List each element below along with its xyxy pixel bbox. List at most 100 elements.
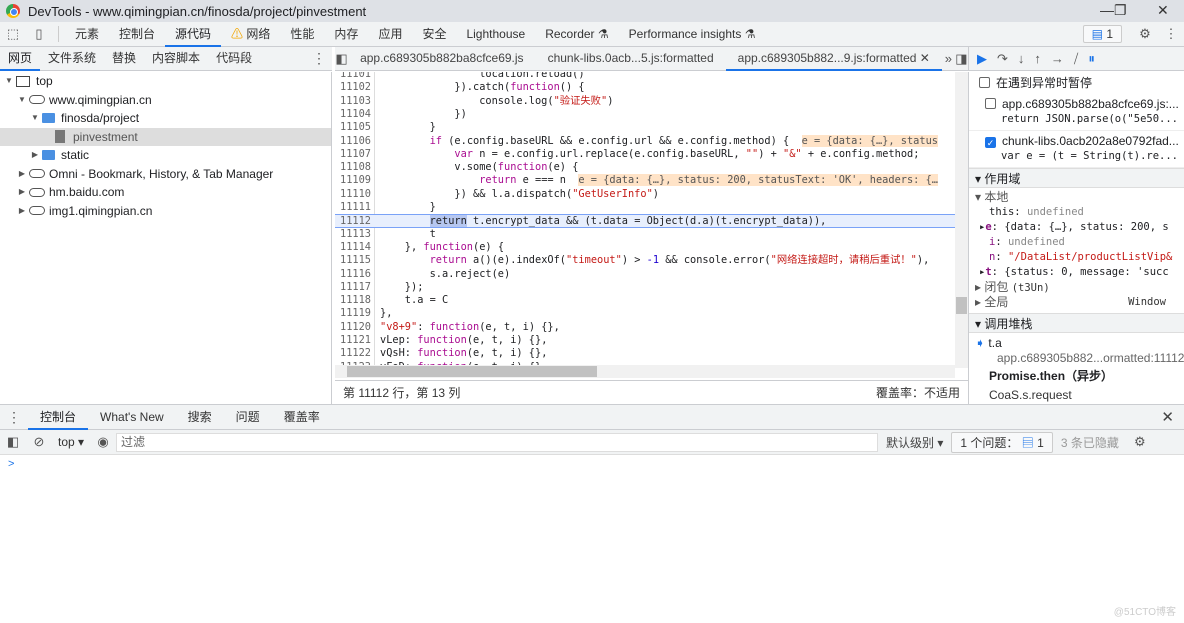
device-toolbar-icon[interactable]: ▯ <box>26 26 52 42</box>
editor-horizontal-scrollbar[interactable] <box>335 365 955 378</box>
callstack-section-header[interactable]: ▾ 调用堆栈 <box>969 313 1184 333</box>
navigator-tab-4[interactable]: 代码段 <box>208 47 260 71</box>
issues-button[interactable]: 1 个问题： ▤ 1 <box>951 431 1053 453</box>
maximize-button[interactable]: ❐ <box>1114 2 1127 19</box>
collapse-arrow-icon[interactable]: ▶ <box>17 202 27 221</box>
global-scope[interactable]: ▸ 全局 Window <box>975 295 1184 310</box>
tree-node[interactable]: ▼ finosda/project <box>0 109 331 128</box>
line-number[interactable]: 11112 <box>335 215 375 228</box>
line-number[interactable]: 11106 <box>335 135 375 148</box>
step-over-icon[interactable]: ↷ <box>997 51 1008 67</box>
tab-0[interactable]: 元素 <box>65 22 109 47</box>
navigator-more-icon[interactable]: ⋮ <box>312 50 326 67</box>
scope-section-header[interactable]: ▾ 作用域 <box>969 168 1184 188</box>
navigator-tab-0[interactable]: 网页 <box>0 47 41 71</box>
editor-tab[interactable]: app.c689305b882...9.js:formatted ✕ <box>725 47 942 71</box>
tree-node[interactable]: ▶ img1.qimingpian.cn <box>0 202 331 221</box>
tab-1[interactable]: 控制台 <box>109 22 165 47</box>
code-editor[interactable]: 11101 location.reload() 11102 }).catch(fu… <box>335 72 968 380</box>
drawer-menu-icon[interactable]: ⋮ <box>0 409 28 426</box>
clear-console-icon[interactable]: ⊘ <box>26 434 52 450</box>
breakpoint-item[interactable]: ✓ chunk-libs.0acb202a8e0792fad... var e = … <box>969 131 1184 168</box>
breakpoint-checkbox[interactable]: ✓ <box>985 137 996 148</box>
drawer-tab-2[interactable]: 搜索 <box>176 405 224 430</box>
minimize-button[interactable]: — <box>1100 2 1114 18</box>
line-number[interactable]: 11115 <box>335 254 375 267</box>
line-number[interactable]: 11120 <box>335 321 375 334</box>
collapse-arrow-icon[interactable]: ▶ <box>17 183 27 202</box>
local-scope[interactable]: ▾ 本地 <box>975 190 1184 205</box>
call-frame[interactable]: CoaS.s.request <box>969 388 1184 403</box>
tab-4[interactable]: 性能 <box>280 22 324 47</box>
pause-on-exceptions[interactable]: 在遇到异常时暂停 <box>969 72 1184 94</box>
collapse-arrow-icon[interactable]: ▶ <box>17 165 27 184</box>
drawer-tab-3[interactable]: 问题 <box>224 405 272 430</box>
line-number[interactable]: 11114 <box>335 241 375 254</box>
close-drawer-icon[interactable]: ✕ <box>1161 408 1174 426</box>
resume-icon[interactable]: ▶ <box>977 51 987 67</box>
tab-2[interactable]: 源代码 <box>165 22 222 47</box>
log-levels-dropdown[interactable]: 默认级别 ▾ <box>878 434 951 451</box>
editor-vertical-scrollbar[interactable] <box>955 72 968 368</box>
editor-tab[interactable]: chunk-libs.0acb...5.js:formatted <box>536 47 726 71</box>
console-prompt[interactable]: > <box>8 458 14 470</box>
tab-9[interactable]: Recorder ⚗ <box>535 22 618 47</box>
tab-3[interactable]: ⚠ 网络 <box>221 22 280 47</box>
step-icon[interactable]: → <box>1051 51 1064 66</box>
line-number[interactable]: 11105 <box>335 121 375 134</box>
inspect-element-icon[interactable]: ⬚ <box>0 26 26 42</box>
line-number[interactable]: 11119 <box>335 307 375 320</box>
toggle-navigator-icon[interactable]: ◧ <box>335 51 348 67</box>
tree-node[interactable]: ▶ hm.baidu.com <box>0 183 331 202</box>
scope-variable[interactable]: ▸t: {status: 0, message: 'succ <box>975 265 1184 280</box>
line-number[interactable]: 11107 <box>335 148 375 161</box>
scope-variable[interactable]: ▸e: {data: {…}, status: 200, s <box>975 220 1184 235</box>
line-number[interactable]: 11102 <box>335 81 375 94</box>
tab-10[interactable]: Performance insights ⚗ <box>619 22 766 47</box>
navigator-tab-1[interactable]: 文件系统 <box>40 47 104 71</box>
navigator-tab-2[interactable]: 替换 <box>104 47 144 71</box>
toggle-debugger-icon[interactable]: ◨ <box>955 51 968 67</box>
step-out-icon[interactable]: ↑ <box>1034 51 1041 66</box>
drawer-tab-4[interactable]: 覆盖率 <box>272 405 332 430</box>
deactivate-breakpoints-icon[interactable]: ⧸ <box>1074 51 1078 67</box>
line-number[interactable]: 11113 <box>335 228 375 241</box>
closure-scope[interactable]: ▸ 闭包 (t3Un) <box>975 280 1184 295</box>
line-number[interactable]: 11101 <box>335 72 375 81</box>
filter-input[interactable]: 过滤 <box>116 432 879 452</box>
tree-node[interactable]: ▼ www.qimingpian.cn <box>0 91 331 110</box>
expand-arrow-icon[interactable]: ▼ <box>4 72 14 91</box>
line-number[interactable]: 11108 <box>335 161 375 174</box>
collapse-arrow-icon[interactable]: ▶ <box>30 146 40 165</box>
issues-badge[interactable]: ▤ 1 <box>1082 25 1122 43</box>
expand-arrow-icon[interactable]: ▼ <box>17 91 27 110</box>
close-window-button[interactable]: ✕ <box>1157 2 1169 19</box>
line-number[interactable]: 11103 <box>335 95 375 108</box>
editor-tab[interactable]: app.c689305b882ba8cfce69.js <box>348 47 535 71</box>
live-expression-eye-icon[interactable]: ◉ <box>90 434 116 450</box>
pause-on-exceptions-icon[interactable]: ⏸ <box>1088 51 1095 67</box>
line-number[interactable]: 11111 <box>335 201 375 214</box>
tab-5[interactable]: 内存 <box>324 22 368 47</box>
line-number[interactable]: 11122 <box>335 347 375 360</box>
line-number[interactable]: 11117 <box>335 281 375 294</box>
step-into-icon[interactable]: ↓ <box>1018 51 1025 66</box>
settings-gear-icon[interactable]: ⚙ <box>1132 26 1158 42</box>
close-tab-icon[interactable]: ✕ <box>916 51 930 65</box>
checkbox[interactable] <box>979 77 990 88</box>
line-number[interactable]: 11121 <box>335 334 375 347</box>
tree-node[interactable]: ▼ top <box>0 72 331 91</box>
drawer-tab-1[interactable]: What's New <box>88 405 176 430</box>
sidebar-toggle-icon[interactable]: ◧ <box>0 434 26 450</box>
tab-8[interactable]: Lighthouse <box>456 22 535 47</box>
context-selector[interactable]: top ▾ <box>52 435 90 449</box>
line-number[interactable]: 11110 <box>335 188 375 201</box>
console-settings-icon[interactable]: ⚙ <box>1127 434 1153 450</box>
tree-node[interactable]: pinvestment <box>0 127 331 146</box>
call-frame[interactable]: ➧ t.a app.c689305b882...ormatted:11112 <box>969 333 1184 366</box>
drawer-tab-0[interactable]: 控制台 <box>28 405 89 430</box>
line-number[interactable]: 11109 <box>335 174 375 187</box>
tree-node[interactable]: ▶ Omni - Bookmark, History, & Tab Manager <box>0 165 331 184</box>
line-number[interactable]: 11116 <box>335 268 375 281</box>
expand-arrow-icon[interactable]: ▼ <box>30 109 40 128</box>
